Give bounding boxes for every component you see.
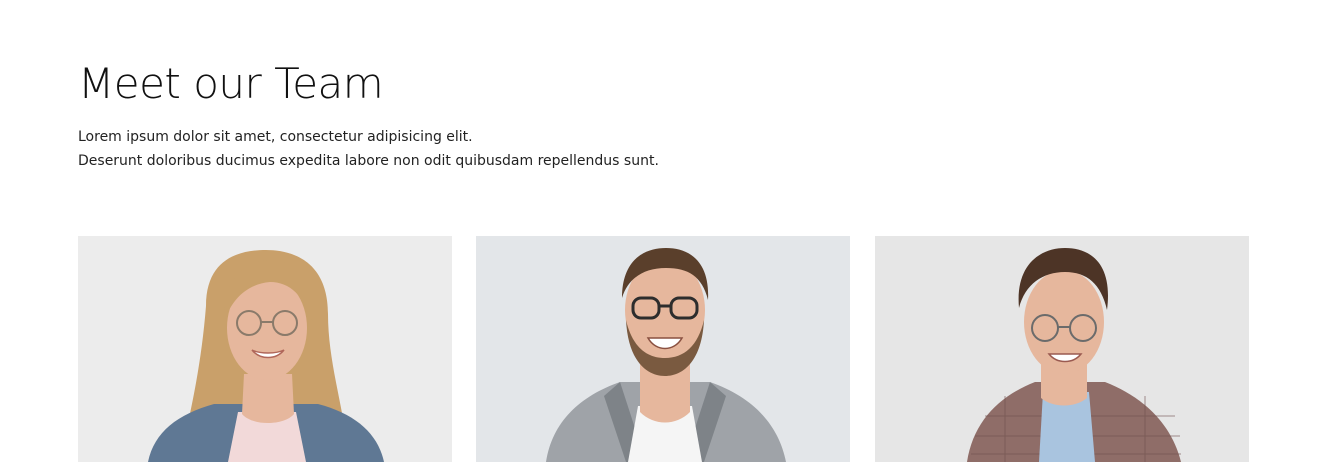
section-description: Lorem ipsum dolor sit amet, consectetur … (78, 125, 659, 173)
description-line-1: Lorem ipsum dolor sit amet, consectetur … (78, 129, 473, 145)
team-member-photo-3 (875, 236, 1249, 462)
team-card-2[interactable] (476, 236, 850, 462)
team-section: Meet our Team Lorem ipsum dolor sit amet… (0, 0, 1327, 462)
team-member-photo-1 (78, 236, 452, 462)
team-card-3[interactable] (875, 236, 1249, 462)
section-title: Meet our Team (78, 59, 384, 108)
description-line-2: Deserunt doloribus ducimus expedita labo… (78, 153, 659, 169)
team-cards (78, 236, 1249, 462)
team-card-1[interactable] (78, 236, 452, 462)
team-member-photo-2 (476, 236, 850, 462)
